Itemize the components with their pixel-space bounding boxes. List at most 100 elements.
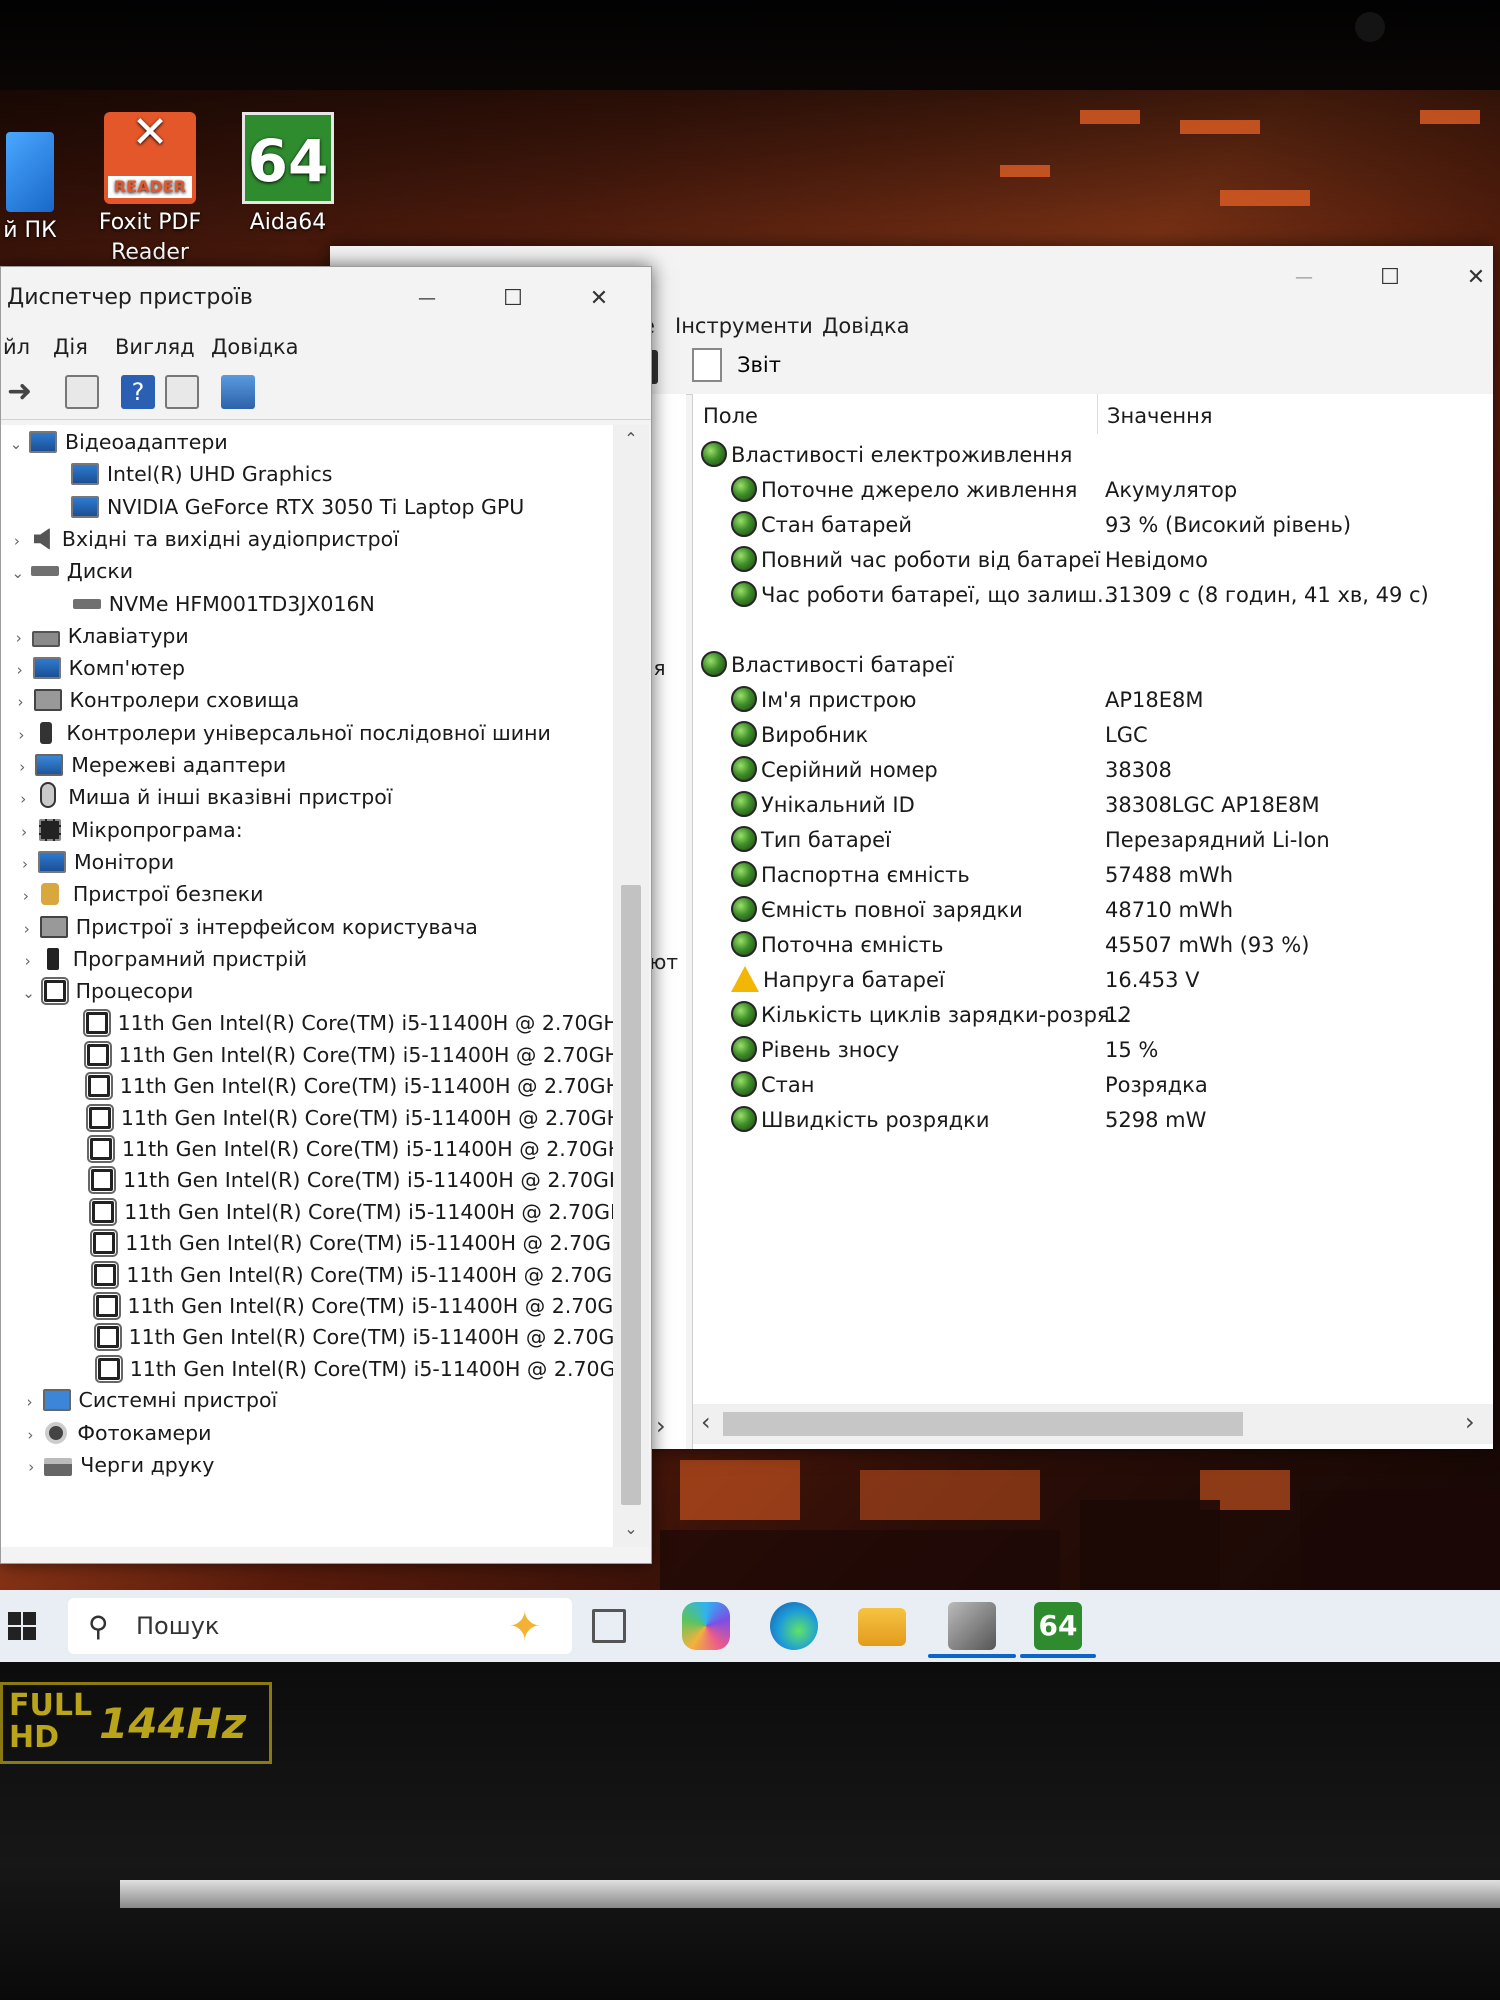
chevron-right-icon[interactable]: › xyxy=(8,526,26,556)
section-header[interactable]: Властивості електроживлення xyxy=(701,438,1072,472)
edge-browser-icon[interactable] xyxy=(770,1602,818,1650)
tree-category[interactable]: › Програмний пристрій xyxy=(19,944,307,974)
tree-device[interactable]: 11th Gen Intel(R) Core(TM) i5-11400H @ 2… xyxy=(91,1322,613,1352)
minimize-button[interactable]: — xyxy=(397,279,457,319)
tree-category[interactable]: ⌄ Відеоадаптери xyxy=(7,427,228,457)
tree-category[interactable]: ⌄ Диски xyxy=(9,556,134,588)
file-explorer-icon[interactable] xyxy=(858,1608,906,1646)
properties-icon[interactable] xyxy=(65,375,99,409)
vertical-scrollbar[interactable]: ⌃ ⌄ xyxy=(613,425,649,1547)
tree-category[interactable]: › Контролери універсальної послідовної ши… xyxy=(12,718,550,748)
minimize-button[interactable]: — xyxy=(1274,258,1334,298)
tree-category[interactable]: › Контролери сховища xyxy=(12,685,300,715)
property-row[interactable]: Серійний номер 38308 xyxy=(731,753,1491,787)
section-header[interactable]: Властивості батареї xyxy=(701,648,954,682)
property-row[interactable]: Швидкість розрядки 5298 mW xyxy=(731,1103,1491,1137)
scan-hardware-icon[interactable] xyxy=(221,375,255,409)
chevron-right-icon[interactable]: › xyxy=(11,655,29,685)
scroll-down-arrow[interactable]: ⌄ xyxy=(613,1519,649,1538)
property-row[interactable]: Поточне джерело живлення Акумулятор xyxy=(731,473,1491,507)
menu-item-help[interactable]: Довідка xyxy=(822,314,910,338)
menu-item-file[interactable]: йл xyxy=(3,335,30,359)
chevron-right-icon[interactable]: › xyxy=(12,720,30,750)
menu-pane-scroll-right[interactable]: › xyxy=(656,1412,666,1440)
menu-item-action[interactable]: Дія xyxy=(53,335,88,359)
tree-category[interactable]: › Мікропрограма: xyxy=(15,815,243,845)
tree-device[interactable]: 11th Gen Intel(R) Core(TM) i5-11400H @ 2… xyxy=(82,1071,613,1101)
property-row[interactable]: Час роботи батареї, що залиш... 31309 с … xyxy=(731,578,1491,612)
chevron-right-icon[interactable]: › xyxy=(21,1387,39,1417)
tree-category[interactable]: ⌄ Процесори xyxy=(20,976,193,1008)
chevron-right-icon[interactable]: › xyxy=(17,881,35,911)
tree-device[interactable]: 11th Gen Intel(R) Core(TM) i5-11400H @ 2… xyxy=(85,1165,613,1195)
property-row[interactable]: Поточна ємність 45507 mWh (93 %) xyxy=(731,928,1491,962)
chevron-right-icon[interactable]: › xyxy=(10,623,28,653)
tree-category[interactable]: › Пристрої з інтерфейсом користувача xyxy=(18,912,478,942)
tree-category[interactable]: › Мережеві адаптери xyxy=(13,750,286,780)
chevron-right-icon[interactable]: › xyxy=(16,849,34,879)
menu-item-tools[interactable]: Інструменти xyxy=(675,314,813,338)
menu-item-view[interactable]: Вигляд xyxy=(115,335,195,359)
property-row[interactable]: Унікальний ID 38308LGC AP18E8M xyxy=(731,788,1491,822)
tree-category[interactable]: › Фотокамери xyxy=(21,1418,211,1448)
device-manager-window[interactable]: Диспетчер пристроїв — ☐ ✕ йл Дія Вигляд … xyxy=(0,266,652,1564)
chevron-down-icon[interactable]: ⌄ xyxy=(20,978,38,1008)
menu-item-help[interactable]: Довідка xyxy=(211,335,299,359)
property-row[interactable]: Паспортна ємність 57488 mWh xyxy=(731,858,1491,892)
property-row[interactable]: Ємність повної зарядки 48710 mWh xyxy=(731,893,1491,927)
chevron-right-icon[interactable]: › xyxy=(18,914,36,944)
tree-device[interactable]: 11th Gen Intel(R) Core(TM) i5-11400H @ 2… xyxy=(86,1197,613,1227)
help-icon[interactable]: ? xyxy=(121,375,155,409)
tree-device[interactable]: 11th Gen Intel(R) Core(TM) i5-11400H @ 2… xyxy=(88,1260,613,1290)
device-manager-taskbar-icon[interactable] xyxy=(948,1602,996,1650)
tree-category[interactable]: › Миша й інші вказівні пристрої xyxy=(14,782,392,812)
tree-category[interactable]: › Комп'ютер xyxy=(11,653,185,683)
property-row[interactable]: Ім'я пристрою AP18E8M xyxy=(731,683,1491,717)
property-row[interactable]: Виробник LGC xyxy=(731,718,1491,752)
chevron-right-icon[interactable]: › xyxy=(12,687,30,717)
property-row[interactable]: Тип батареї Перезарядний Li-Ion xyxy=(731,823,1491,857)
tree-device[interactable]: Intel(R) UHD Graphics xyxy=(67,459,332,489)
tree-device[interactable]: 11th Gen Intel(R) Core(TM) i5-11400H @ 2… xyxy=(87,1228,613,1258)
property-row[interactable]: Стан батарей 93 % (Високий рівень) xyxy=(731,508,1491,542)
horizontal-scrollbar[interactable]: ‹ › xyxy=(693,1404,1493,1444)
maximize-button[interactable]: ☐ xyxy=(1360,258,1420,298)
chevron-down-icon[interactable]: ⌄ xyxy=(7,429,25,459)
windows-start-icon[interactable] xyxy=(8,1612,36,1640)
aida64-taskbar-icon[interactable]: 64 xyxy=(1034,1602,1082,1650)
column-header-value[interactable]: Значення xyxy=(1107,396,1212,436)
tree-category[interactable]: › Пристрої безпеки xyxy=(17,879,264,909)
scroll-right-arrow[interactable]: › xyxy=(1465,1408,1475,1436)
device-tree[interactable]: ⌄ Відеоадаптери Intel(R) UHD Graphics NVIDI… xyxy=(1,425,613,1547)
tree-device[interactable]: 11th Gen Intel(R) Core(TM) i5-11400H @ 2… xyxy=(81,1040,613,1070)
chevron-down-icon[interactable]: ⌄ xyxy=(9,558,27,588)
chevron-right-icon[interactable]: › xyxy=(22,1452,40,1482)
scrollbar-thumb[interactable] xyxy=(723,1412,1243,1436)
tree-device[interactable]: 11th Gen Intel(R) Core(TM) i5-11400H @ 2… xyxy=(84,1134,613,1164)
desktop-icon-foxit-pdf-reader[interactable]: ✕ READER Foxit PDF Reader xyxy=(90,111,210,268)
forward-arrow-icon[interactable]: ➜ xyxy=(7,375,41,409)
column-separator[interactable] xyxy=(1097,394,1098,434)
taskbar-search-box[interactable]: ⚲ Пошук ✦ xyxy=(68,1598,572,1654)
close-button[interactable]: ✕ xyxy=(1446,258,1500,298)
view-icon[interactable] xyxy=(165,375,199,409)
desktop-icon-this-pc[interactable]: й ПК xyxy=(0,132,60,246)
property-row[interactable]: Кількість циклів зарядки-розря... 12 xyxy=(731,998,1491,1032)
chevron-right-icon[interactable]: › xyxy=(13,752,31,782)
report-button[interactable]: Звіт xyxy=(692,348,781,388)
maximize-button[interactable]: ☐ xyxy=(483,279,543,319)
tree-device[interactable]: 11th Gen Intel(R) Core(TM) i5-11400H @ 2… xyxy=(80,1008,613,1038)
tree-device[interactable]: 11th Gen Intel(R) Core(TM) i5-11400H @ 2… xyxy=(83,1103,613,1133)
scroll-up-arrow[interactable]: ⌃ xyxy=(613,429,649,448)
tree-device[interactable]: NVMe HFM001TD3JX016N xyxy=(69,589,375,619)
tree-category[interactable]: › Клавіатури xyxy=(10,621,189,651)
property-row[interactable]: Повний час роботи від батареї Невідомо xyxy=(731,543,1491,577)
desktop-icon-aida64[interactable]: 64 Aida64 xyxy=(228,112,348,238)
property-row[interactable]: Рівень зносу 15 % xyxy=(731,1033,1491,1067)
scroll-left-arrow[interactable]: ‹ xyxy=(701,1408,711,1436)
tree-category[interactable]: › Монітори xyxy=(16,847,174,877)
tree-category[interactable]: › Черги друку xyxy=(22,1450,214,1480)
tree-device[interactable]: NVIDIA GeForce RTX 3050 Ti Laptop GPU xyxy=(67,492,524,522)
column-header-field[interactable]: Поле xyxy=(703,396,758,436)
tree-device[interactable]: 11th Gen Intel(R) Core(TM) i5-11400H @ 2… xyxy=(90,1291,613,1321)
